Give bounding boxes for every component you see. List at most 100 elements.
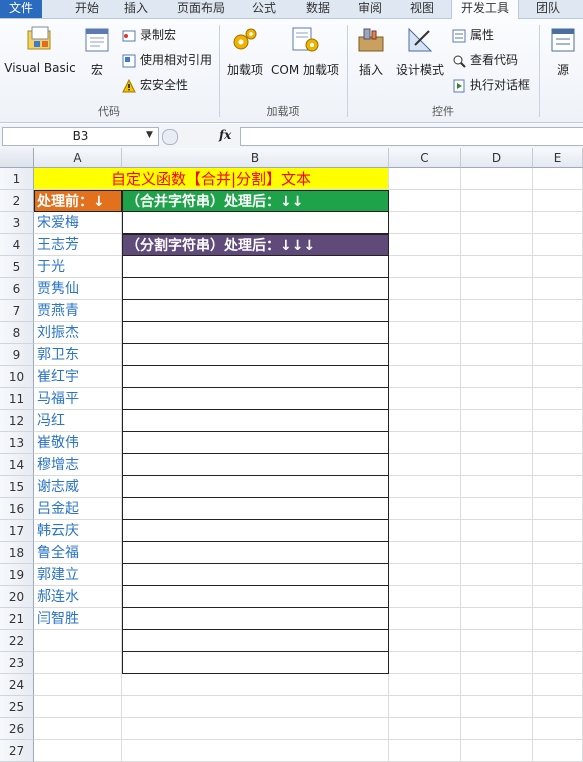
- table-cell[interactable]: [34, 696, 122, 718]
- row-header[interactable]: 10: [0, 366, 34, 388]
- name-cell[interactable]: 贾隽仙: [34, 278, 122, 300]
- name-cell[interactable]: 马福平: [34, 388, 122, 410]
- table-cell[interactable]: [122, 256, 389, 278]
- table-cell[interactable]: [122, 454, 389, 476]
- table-cell[interactable]: [389, 234, 461, 256]
- table-cell[interactable]: [461, 278, 533, 300]
- row-header[interactable]: 26: [0, 718, 34, 740]
- table-cell[interactable]: [533, 212, 583, 234]
- table-cell[interactable]: [122, 388, 389, 410]
- table-cell[interactable]: [533, 366, 583, 388]
- table-cell[interactable]: [389, 520, 461, 542]
- column-header-b[interactable]: B: [122, 148, 389, 168]
- table-cell[interactable]: [122, 212, 389, 234]
- table-cell[interactable]: [461, 388, 533, 410]
- table-cell[interactable]: [389, 674, 461, 696]
- table-cell[interactable]: [461, 212, 533, 234]
- table-cell[interactable]: [533, 542, 583, 564]
- table-cell[interactable]: [389, 322, 461, 344]
- table-cell[interactable]: [533, 168, 583, 190]
- name-cell[interactable]: 崔敬伟: [34, 432, 122, 454]
- table-cell[interactable]: [533, 696, 583, 718]
- table-cell[interactable]: [533, 344, 583, 366]
- insert-function-button[interactable]: fx: [219, 128, 231, 142]
- tab-team[interactable]: 团队: [528, 0, 568, 18]
- view-code-button[interactable]: 查看代码: [452, 50, 518, 70]
- name-cell[interactable]: 王志芳: [34, 234, 122, 256]
- row-header[interactable]: 4: [0, 234, 34, 256]
- table-cell[interactable]: [533, 454, 583, 476]
- table-cell[interactable]: [389, 608, 461, 630]
- name-cell[interactable]: 闫智胜: [34, 608, 122, 630]
- row-header[interactable]: 1: [0, 168, 34, 190]
- table-cell[interactable]: [122, 674, 389, 696]
- title-cell[interactable]: 自定义函数【合并|分割】文本: [34, 168, 389, 190]
- table-cell[interactable]: [461, 366, 533, 388]
- chevron-down-icon[interactable]: ▼: [146, 130, 153, 140]
- name-cell[interactable]: 郝连水: [34, 586, 122, 608]
- table-cell[interactable]: [122, 344, 389, 366]
- table-cell[interactable]: [533, 498, 583, 520]
- table-cell[interactable]: [122, 300, 389, 322]
- table-cell[interactable]: [461, 432, 533, 454]
- tab-view[interactable]: 视图: [402, 0, 442, 18]
- row-header[interactable]: 9: [0, 344, 34, 366]
- table-cell[interactable]: [389, 278, 461, 300]
- name-cell[interactable]: 韩云庆: [34, 520, 122, 542]
- table-cell[interactable]: [122, 740, 389, 762]
- row-header[interactable]: 24: [0, 674, 34, 696]
- table-cell[interactable]: [389, 388, 461, 410]
- table-cell[interactable]: [533, 476, 583, 498]
- table-cell[interactable]: [461, 190, 533, 212]
- name-cell[interactable]: 鲁全福: [34, 542, 122, 564]
- formula-input[interactable]: [240, 127, 583, 146]
- name-cell[interactable]: 贾燕青: [34, 300, 122, 322]
- table-cell[interactable]: [389, 300, 461, 322]
- table-cell[interactable]: [122, 476, 389, 498]
- table-cell[interactable]: [461, 520, 533, 542]
- table-cell[interactable]: [533, 740, 583, 762]
- row-header[interactable]: 14: [0, 454, 34, 476]
- table-cell[interactable]: [461, 718, 533, 740]
- table-cell[interactable]: [461, 498, 533, 520]
- name-box[interactable]: B3: [2, 127, 159, 146]
- tab-developer[interactable]: 开发工具: [451, 0, 519, 20]
- table-cell[interactable]: [461, 256, 533, 278]
- table-cell[interactable]: [533, 608, 583, 630]
- table-cell[interactable]: [122, 630, 389, 652]
- table-cell[interactable]: [461, 322, 533, 344]
- table-cell[interactable]: [122, 586, 389, 608]
- name-cell[interactable]: 冯红: [34, 410, 122, 432]
- table-cell[interactable]: [389, 564, 461, 586]
- table-cell[interactable]: [389, 630, 461, 652]
- table-cell[interactable]: [122, 520, 389, 542]
- tab-insert[interactable]: 插入: [116, 0, 156, 18]
- header-split-cell[interactable]: （分割字符串）处理后：↓↓↓: [122, 234, 389, 256]
- row-header[interactable]: 27: [0, 740, 34, 762]
- com-addins-button[interactable]: COM 加载项: [268, 19, 342, 99]
- table-cell[interactable]: [122, 410, 389, 432]
- macro-security-button[interactable]: 宏安全性: [122, 75, 188, 95]
- table-cell[interactable]: [533, 564, 583, 586]
- table-cell[interactable]: [122, 608, 389, 630]
- visual-basic-button[interactable]: Visual Basic: [2, 19, 78, 99]
- name-cell[interactable]: 郭卫东: [34, 344, 122, 366]
- table-cell[interactable]: [533, 652, 583, 674]
- table-cell[interactable]: [461, 652, 533, 674]
- table-cell[interactable]: [461, 608, 533, 630]
- table-cell[interactable]: [122, 542, 389, 564]
- table-cell[interactable]: [461, 476, 533, 498]
- table-cell[interactable]: [533, 586, 583, 608]
- table-cell[interactable]: [122, 432, 389, 454]
- row-header[interactable]: 22: [0, 630, 34, 652]
- header-merged-cell[interactable]: （合并字符串）处理后：↓↓: [122, 190, 389, 212]
- tab-formulas[interactable]: 公式: [244, 0, 284, 18]
- select-all-corner[interactable]: [0, 148, 34, 168]
- relative-reference-button[interactable]: 使用相对引用: [122, 50, 212, 70]
- column-header-c[interactable]: C: [389, 148, 461, 168]
- table-cell[interactable]: [389, 454, 461, 476]
- table-cell[interactable]: [461, 344, 533, 366]
- table-cell[interactable]: [389, 432, 461, 454]
- table-cell[interactable]: [533, 410, 583, 432]
- name-cell[interactable]: 崔红宇: [34, 366, 122, 388]
